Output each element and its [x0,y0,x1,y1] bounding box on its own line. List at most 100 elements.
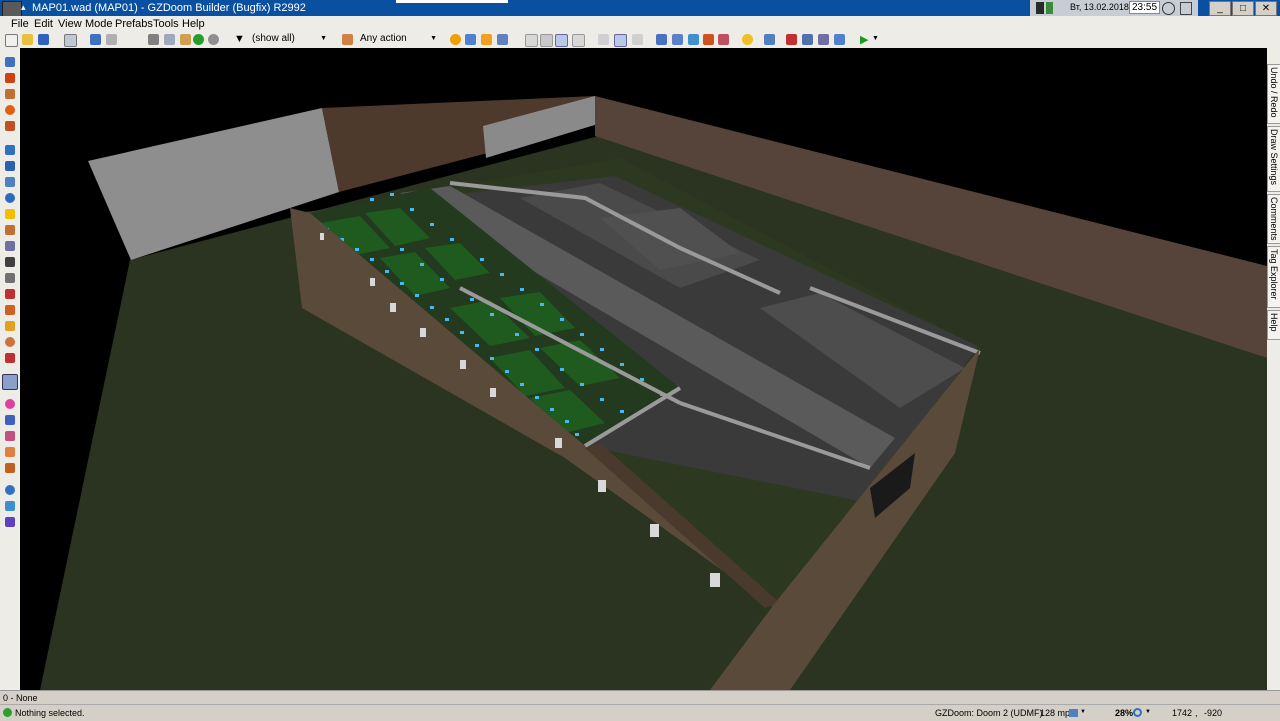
view-floors-icon[interactable] [555,34,568,47]
copy-properties-icon[interactable] [5,447,15,457]
play-test-icon[interactable]: ▶ [860,33,868,46]
map-analysis-icon[interactable] [802,34,813,45]
minimize-button[interactable]: _ [1209,1,1231,16]
dock-tab-undo-redo[interactable]: Undo / Redo [1267,64,1280,124]
prefab-insert-icon[interactable] [193,34,204,45]
open-map-icon[interactable] [22,34,33,45]
error-check-icon[interactable] [786,34,797,45]
fog-icon[interactable] [688,34,699,45]
things-mode-icon[interactable] [5,193,15,203]
sound-propagation-icon[interactable] [5,257,15,267]
undo-icon[interactable] [90,34,101,45]
slope-icon[interactable] [5,305,15,315]
dock-tab-label: Tag Explorer [1269,249,1279,300]
status-message: Nothing selected. [15,708,85,718]
edit-selection-icon[interactable] [5,225,15,235]
stair-builder-icon[interactable] [5,337,15,347]
cut-icon[interactable] [148,34,159,45]
zoom-level[interactable]: 28% [1115,708,1133,718]
flat-texture-icon[interactable] [5,353,15,363]
menu-view[interactable]: View [58,18,82,30]
new-map-icon[interactable] [5,34,18,47]
bridge-icon[interactable] [5,321,15,331]
tag-range-icon[interactable] [5,415,15,425]
play-test-dropdown-icon[interactable]: ▼ [872,35,879,42]
rotate-icon[interactable] [632,34,643,45]
redo-icon[interactable] [106,34,117,45]
draw-lines-icon[interactable] [5,57,15,67]
save-map-icon[interactable] [38,34,49,45]
system-menu-icon[interactable]: ▴ [21,2,26,13]
visual-mode-icon[interactable] [2,374,18,390]
gradient-brightness-icon[interactable] [5,241,15,251]
sky-icon[interactable] [703,34,714,45]
settings-icon[interactable] [1180,2,1192,15]
draw-grid-icon[interactable] [5,121,15,131]
tray-app-icon[interactable] [1036,2,1044,14]
view-normal-icon[interactable] [525,34,538,47]
close-button[interactable]: ✕ [1255,1,1277,16]
dock-tab-comments[interactable]: Comments [1267,194,1280,244]
find-icon[interactable] [5,485,15,495]
main-toolbar: ▼ (show all) ▼ Any action ▼ ▶ ▼ [0,31,1280,49]
texture-browser-icon[interactable] [481,34,492,45]
dock-tab-help[interactable]: Help [1267,310,1280,340]
chevron-down-icon[interactable]: ▼ [1080,709,1086,715]
draw-rectangle-icon[interactable] [5,89,15,99]
check-map-icon[interactable] [5,501,15,511]
maximize-button[interactable]: □ [1232,1,1254,16]
clock-icon[interactable] [1162,2,1175,15]
fullbright-icon[interactable] [450,34,461,45]
snap-icon[interactable] [497,34,508,45]
grid-size[interactable]: 128 mp [1040,708,1070,718]
flip-vertical-icon[interactable] [614,34,627,47]
action-filter-dropdown[interactable]: Any action ▼ [356,32,438,46]
fullscreen-icon[interactable] [764,34,775,45]
sound-environment-icon[interactable] [5,273,15,283]
height-icon[interactable] [834,34,845,45]
game-configuration[interactable]: GZDoom: Doom 2 (UDMF) [935,708,1043,718]
menu-edit[interactable]: Edit [34,18,53,30]
things-filter-value: (show all) [252,33,295,44]
chevron-down-icon[interactable]: ▼ [1145,709,1151,715]
prefab-previous-icon[interactable] [208,34,219,45]
menu-help[interactable]: Help [182,18,205,30]
dock-tab-draw-settings[interactable]: Draw Settings [1267,126,1280,192]
copy-icon[interactable] [164,34,175,45]
paste-properties-icon[interactable] [5,463,15,473]
draw-curve-icon[interactable] [5,73,15,83]
select-similar-icon[interactable] [5,431,15,441]
window-title: MAP01.wad (MAP01) - GZDoom Builder (Bugf… [32,2,306,14]
menu-mode[interactable]: Mode [85,18,113,30]
models-icon[interactable] [656,34,667,45]
app-icon[interactable] [2,1,22,17]
grid-size-icon[interactable] [1069,709,1078,717]
view-brightness-icon[interactable] [540,34,553,47]
color-picker-icon[interactable] [5,399,15,409]
script-editor-icon[interactable] [64,34,77,47]
grid-icon[interactable] [465,34,476,45]
vertices-mode-icon[interactable] [5,145,15,155]
cursor-y-coordinate: -920 [1204,708,1223,718]
lights-icon[interactable] [672,34,683,45]
dynamic-light-icon[interactable] [742,34,753,45]
paste-icon[interactable] [180,34,191,45]
zoom-icon[interactable] [1133,708,1142,717]
visual-mode-viewport[interactable] [20,48,1267,690]
make-sectors-icon[interactable] [5,209,15,219]
menu-file[interactable]: File [11,18,29,30]
things-filter-dropdown[interactable]: (show all) ▼ [248,32,328,46]
map-options-icon[interactable] [5,517,15,527]
dock-tab-tag-explorer[interactable]: Tag Explorer [1267,246,1280,308]
level-3d-render [40,96,1267,690]
menu-tools[interactable]: Tools [153,18,179,30]
linedefs-mode-icon[interactable] [5,161,15,171]
align-icon[interactable] [818,34,829,45]
sectors-mode-icon[interactable] [5,177,15,187]
event-lines-icon[interactable] [718,34,729,45]
draw-line-path-icon[interactable] [5,289,15,299]
menu-prefabs[interactable]: Prefabs [115,18,153,30]
flip-horizontal-icon[interactable] [598,34,609,45]
draw-ellipse-icon[interactable] [5,105,15,115]
view-ceilings-icon[interactable] [572,34,585,47]
